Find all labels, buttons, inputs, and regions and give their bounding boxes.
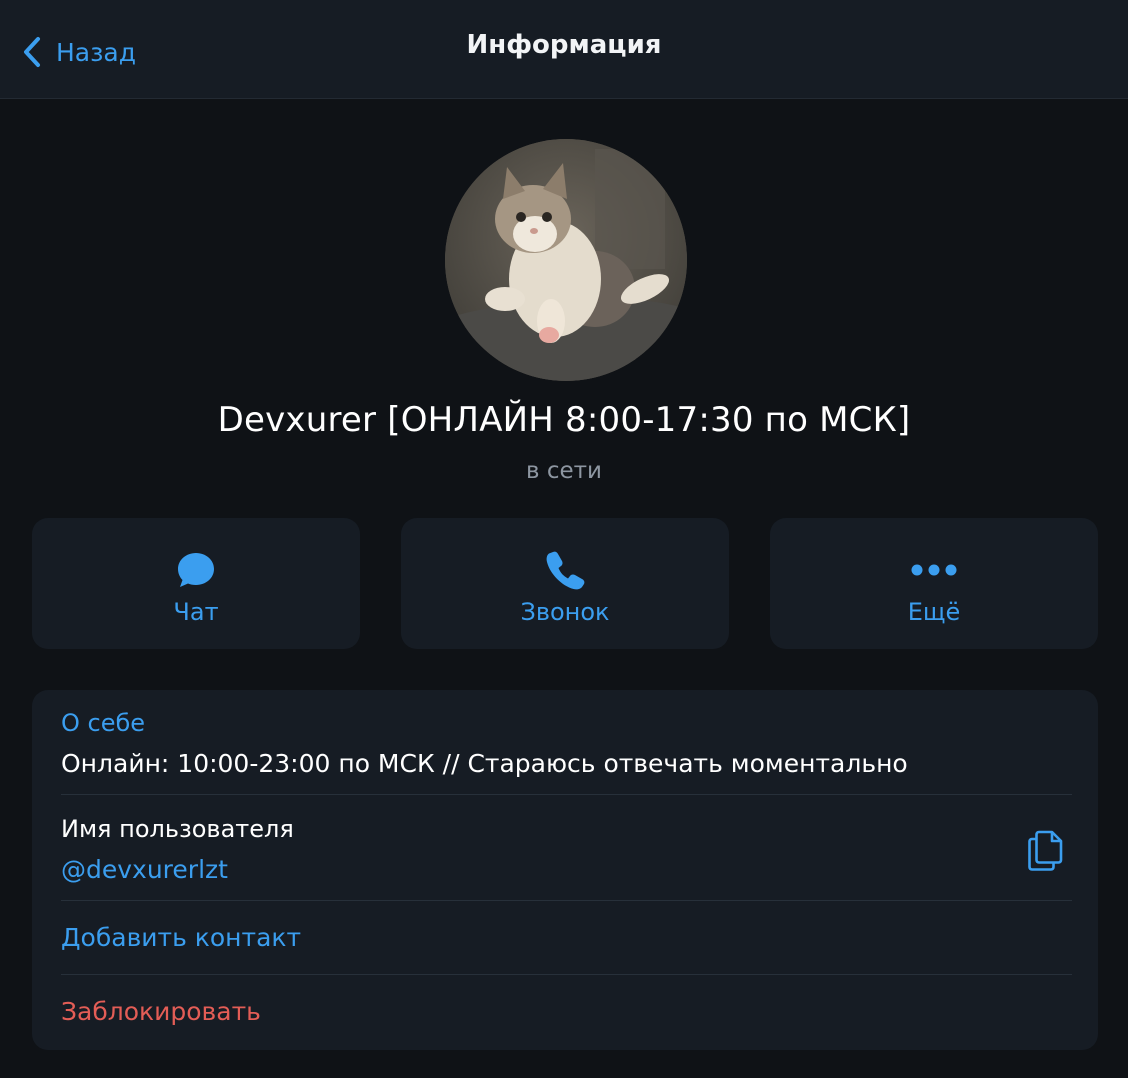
back-label: Назад: [56, 37, 137, 67]
profile-info-screen: Назад Информация Devxurer [ОНЛАЙН 8:00-1…: [0, 0, 1128, 1078]
chat-bubble-icon: [32, 548, 360, 592]
online-status: в сети: [525, 458, 602, 484]
navigation-bar: Назад Информация: [0, 0, 1128, 99]
about-label: О себе: [61, 709, 146, 737]
divider: [61, 794, 1072, 795]
avatar[interactable]: [445, 139, 687, 381]
chat-label: Чат: [173, 598, 219, 626]
username-label: Имя пользователя: [61, 815, 294, 843]
about-text: Онлайн: 10:00-23:00 по МСК // Стараюсь о…: [61, 749, 908, 778]
more-button[interactable]: Ещё: [770, 518, 1098, 649]
username-value[interactable]: @devxurerlzt: [61, 855, 978, 884]
copy-icon[interactable]: [1025, 826, 1069, 874]
profile-name: Devxurer [ОНЛАЙН 8:00-17:30 по МСК]: [217, 400, 911, 440]
chat-button[interactable]: Чат: [32, 518, 360, 649]
more-label: Ещё: [907, 598, 961, 626]
back-button[interactable]: Назад: [22, 30, 136, 74]
call-button[interactable]: Звонок: [401, 518, 729, 649]
info-card: О себе Онлайн: 10:00-23:00 по МСК // Ста…: [32, 690, 1098, 1050]
call-label: Звонок: [520, 598, 610, 626]
divider: [61, 900, 1072, 901]
block-user-button[interactable]: Заблокировать: [61, 997, 1072, 1026]
divider: [61, 974, 1072, 975]
more-dots-icon: [770, 548, 1098, 592]
page-title: Информация: [466, 30, 662, 60]
chevron-left-icon: [22, 36, 42, 68]
add-contact-button[interactable]: Добавить контакт: [61, 923, 1072, 952]
phone-icon: [401, 548, 729, 592]
